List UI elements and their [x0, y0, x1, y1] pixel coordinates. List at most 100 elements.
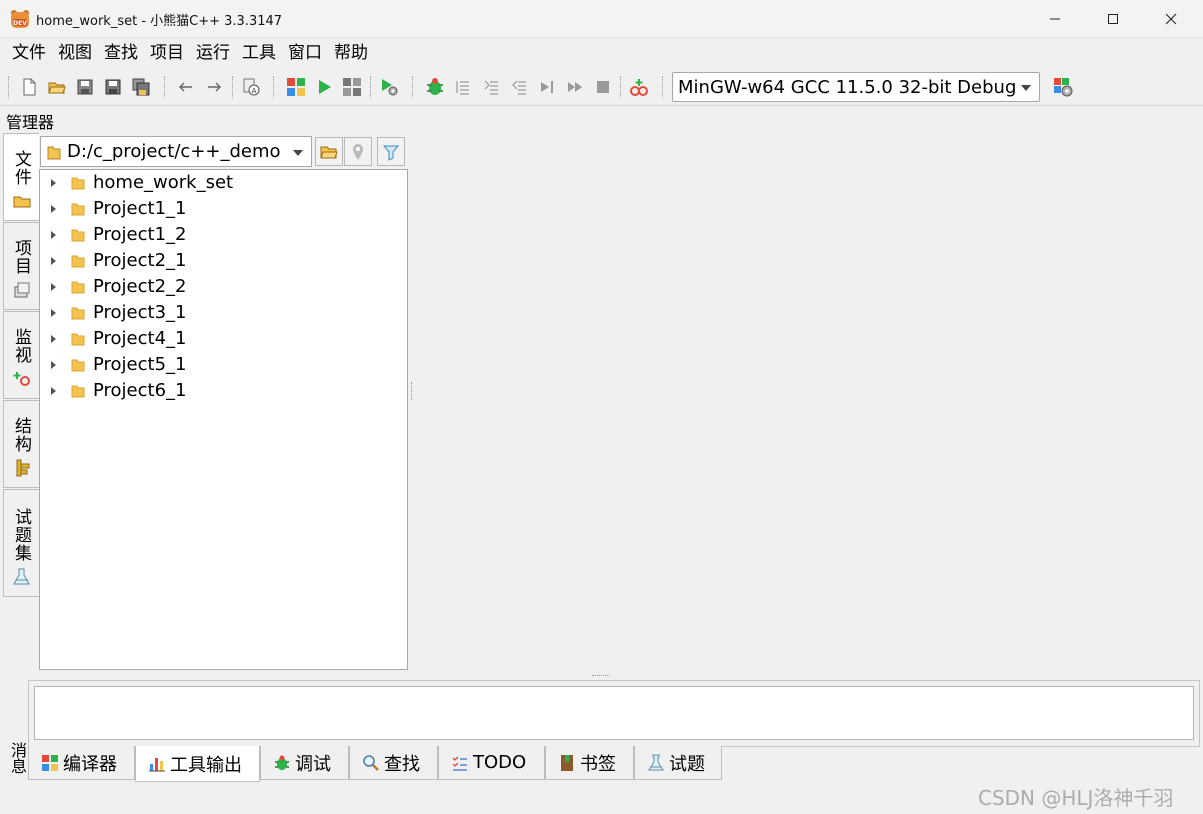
compile-button[interactable]: [285, 76, 307, 98]
menu-help[interactable]: 帮助: [328, 39, 374, 67]
compiler-options-button[interactable]: [1052, 76, 1074, 98]
debug-bug-icon: [427, 78, 443, 95]
arrow-left-icon: [179, 82, 192, 92]
new-file-button[interactable]: [18, 76, 40, 98]
toolbar-separator: [232, 76, 234, 98]
save-button[interactable]: [74, 76, 96, 98]
close-button[interactable]: [1142, 0, 1200, 38]
tree-item[interactable]: Project3_1: [40, 300, 407, 326]
run-options-button[interactable]: [378, 76, 400, 98]
stop-button[interactable]: [592, 76, 614, 98]
tab-compiler[interactable]: 编译器: [28, 746, 135, 780]
tree-item-label: home_work_set: [93, 172, 234, 193]
expand-arrow-icon[interactable]: [51, 231, 56, 239]
flask-icon: [648, 754, 664, 770]
expand-arrow-icon[interactable]: [51, 179, 56, 187]
save-all-button[interactable]: [130, 76, 152, 98]
save-as-button[interactable]: [102, 76, 124, 98]
expand-arrow-icon[interactable]: [51, 257, 56, 265]
side-tab-project[interactable]: 项目: [3, 222, 39, 310]
locate-file-button[interactable]: [344, 137, 372, 166]
tab-tool-output[interactable]: 工具输出: [135, 746, 260, 782]
filter-button[interactable]: [377, 137, 405, 166]
window-title: home_work_set - 小熊猫C++ 3.3.3147: [36, 14, 283, 29]
tree-item[interactable]: home_work_set: [40, 170, 407, 196]
project-icon: [14, 282, 29, 298]
tab-todo[interactable]: TODO: [438, 746, 545, 780]
tree-item[interactable]: Project1_1: [40, 196, 407, 222]
add-watch-button[interactable]: [628, 76, 650, 98]
compile-icon: [287, 78, 305, 96]
new-file-icon: [23, 78, 36, 96]
horizontal-splitter[interactable]: [592, 675, 610, 677]
back-button[interactable]: [175, 76, 197, 98]
maximize-button[interactable]: [1084, 0, 1142, 38]
stop-icon: [597, 81, 609, 93]
expand-arrow-icon[interactable]: [51, 387, 56, 395]
open-file-button[interactable]: [46, 76, 68, 98]
side-tab-problem-set[interactable]: 试题集: [3, 489, 39, 597]
tab-label: 书签: [580, 753, 616, 775]
open-directory-button[interactable]: [315, 137, 343, 166]
menu-run[interactable]: 运行: [190, 39, 236, 67]
tool-output-text[interactable]: [34, 686, 1194, 740]
arrow-right-icon: [208, 82, 221, 92]
folder-icon: [71, 333, 85, 346]
menu-window[interactable]: 窗口: [282, 39, 328, 67]
tree-item[interactable]: Project2_1: [40, 248, 407, 274]
dev-bear-icon: DEV: [11, 10, 29, 28]
expand-arrow-icon[interactable]: [51, 309, 56, 317]
manager-title: 管理器: [6, 113, 55, 132]
toolbar-separator: [273, 76, 275, 98]
bookmark-icon: [561, 754, 573, 771]
folder-icon: [71, 229, 85, 242]
side-tab-watch[interactable]: 监视: [3, 311, 39, 399]
location-pin-icon: [353, 143, 363, 160]
path-select[interactable]: D:/c_project/c++_demo: [40, 136, 312, 167]
chevron-down-icon: [1021, 85, 1031, 91]
menu-view[interactable]: 视图: [52, 39, 98, 67]
run-settings-icon: [382, 79, 398, 96]
continue-button[interactable]: [564, 76, 586, 98]
tree-item[interactable]: Project4_1: [40, 326, 407, 352]
tab-bookmarks[interactable]: 书签: [545, 746, 634, 780]
expand-arrow-icon[interactable]: [51, 361, 56, 369]
file-tree[interactable]: home_work_set Project1_1 Project1_2 Proj…: [39, 169, 408, 670]
tab-label: 工具输出: [170, 754, 242, 776]
tree-item-label: Project3_1: [93, 302, 187, 323]
debug-button[interactable]: [424, 76, 446, 98]
tab-label: TODO: [473, 752, 527, 773]
run-button[interactable]: [313, 76, 335, 98]
expand-arrow-icon[interactable]: [51, 335, 56, 343]
side-tab-structure[interactable]: 结构: [3, 400, 39, 488]
menu-project[interactable]: 项目: [144, 39, 190, 67]
expand-arrow-icon[interactable]: [51, 205, 56, 213]
compiler-select[interactable]: MinGW-w64 GCC 11.5.0 32-bit Debug: [672, 72, 1040, 102]
messages-title: 消息: [8, 742, 27, 774]
step-into-button[interactable]: [480, 76, 502, 98]
maximize-icon: [1108, 14, 1118, 24]
tab-search[interactable]: 查找: [349, 746, 438, 780]
menu-search[interactable]: 查找: [98, 39, 144, 67]
minimize-button[interactable]: [1026, 0, 1084, 38]
run-to-cursor-button[interactable]: [536, 76, 558, 98]
forward-button[interactable]: [203, 76, 225, 98]
menu-file[interactable]: 文件: [6, 39, 52, 67]
tab-problem[interactable]: 试题: [634, 746, 722, 780]
open-folder-icon: [48, 82, 66, 94]
save-all-icon: [132, 78, 150, 96]
compile-run-button[interactable]: [341, 76, 363, 98]
expand-arrow-icon[interactable]: [51, 283, 56, 291]
format-code-button[interactable]: A: [240, 76, 262, 98]
step-over-button[interactable]: [452, 76, 474, 98]
tree-item[interactable]: Project6_1: [40, 378, 407, 404]
side-tab-files[interactable]: 文件: [3, 133, 39, 221]
tab-debug[interactable]: 调试: [260, 746, 349, 780]
tree-item[interactable]: Project1_2: [40, 222, 407, 248]
vertical-splitter[interactable]: [411, 382, 413, 400]
menu-tools[interactable]: 工具: [236, 39, 282, 67]
tree-item[interactable]: Project2_2: [40, 274, 407, 300]
folder-icon: [71, 307, 85, 320]
tree-item[interactable]: Project5_1: [40, 352, 407, 378]
step-out-button[interactable]: [508, 76, 530, 98]
